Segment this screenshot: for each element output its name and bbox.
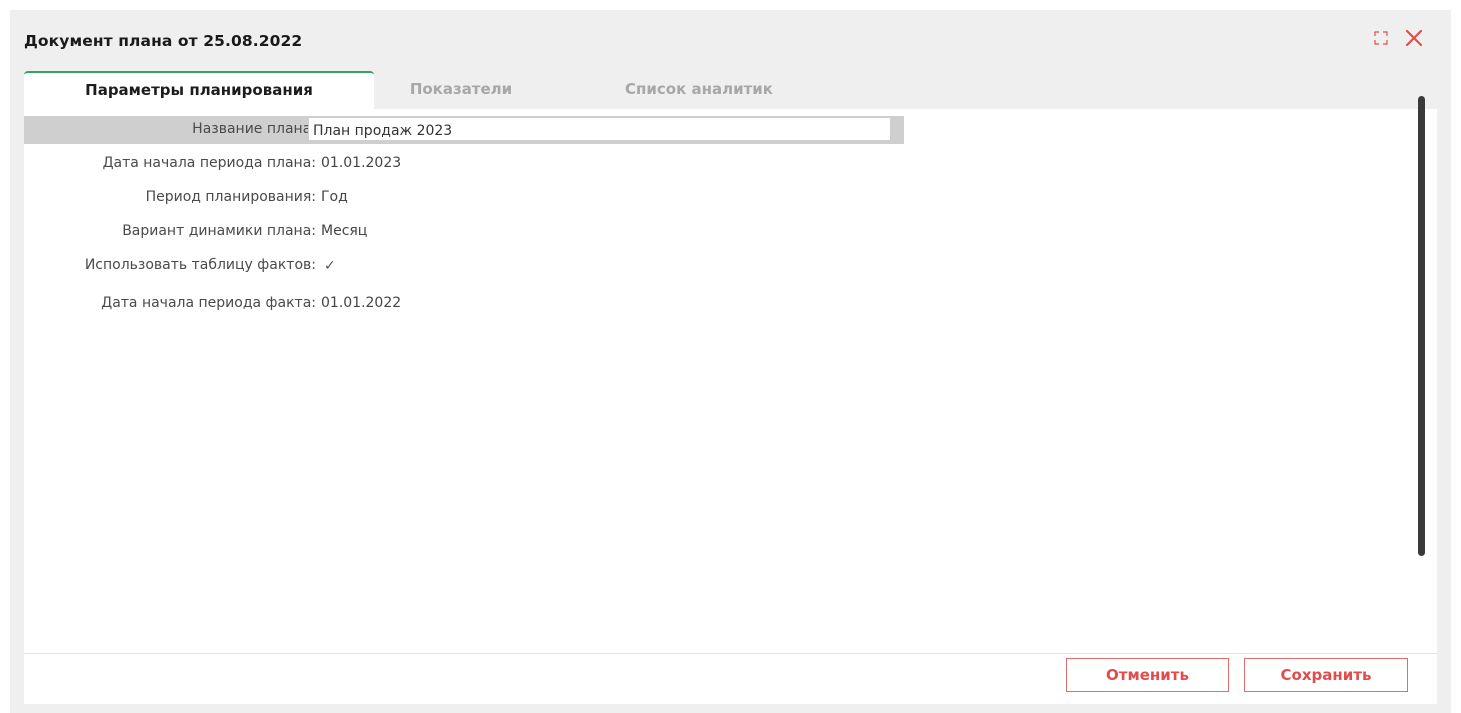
- close-icon[interactable]: [1405, 29, 1423, 47]
- plan-start-date-label: Дата начала периода плана:: [102, 155, 316, 171]
- planning-period-label: Период планирования:: [145, 189, 316, 205]
- dynamics-variant-value: Месяц: [321, 223, 368, 239]
- dialog-title-bar: Документ плана от 25.08.2022: [10, 10, 1451, 72]
- tab-analytics-list[interactable]: Список аналитик: [604, 71, 794, 109]
- tab-content-panel: Название плана: Дата начала периода план…: [24, 109, 1437, 654]
- dynamics-variant-label: Вариант динамики плана:: [122, 223, 316, 239]
- plan-document-dialog: Документ плана от 25.08.2022 Параметры п…: [10, 10, 1451, 713]
- dialog-footer: Отменить Сохранить: [24, 653, 1437, 704]
- fact-start-date-row: Дата начала периода факта: 01.01.2022: [24, 290, 904, 318]
- vertical-scrollbar[interactable]: [1418, 96, 1425, 556]
- tab-planning-parameters[interactable]: Параметры планирования: [24, 71, 374, 109]
- maximize-icon[interactable]: [1373, 30, 1389, 46]
- cancel-button[interactable]: Отменить: [1066, 658, 1229, 692]
- save-button[interactable]: Сохранить: [1244, 658, 1408, 692]
- checkmark-icon: ✓: [324, 258, 336, 274]
- fact-start-date-label: Дата начала периода факта:: [101, 295, 316, 311]
- use-facts-table-label: Использовать таблицу фактов:: [84, 257, 316, 273]
- planning-period-row: Период планирования: Год: [24, 184, 904, 212]
- plan-name-row: Название плана:: [24, 116, 904, 144]
- dialog-title: Документ плана от 25.08.2022: [24, 32, 303, 50]
- fact-start-date-value: 01.01.2022: [321, 295, 402, 311]
- plan-start-date-value: 01.01.2023: [321, 155, 402, 171]
- plan-start-date-row: Дата начала периода плана: 01.01.2023: [24, 150, 904, 178]
- plan-name-label: Название плана:: [192, 121, 316, 137]
- tab-bar: Параметры планирования Показатели Список…: [24, 71, 904, 109]
- tab-indicators[interactable]: Показатели: [396, 71, 526, 109]
- plan-name-input[interactable]: [308, 117, 891, 141]
- use-facts-table-row: Использовать таблицу фактов: ✓: [24, 252, 904, 280]
- dynamics-variant-row: Вариант динамики плана: Месяц: [24, 218, 904, 246]
- planning-period-value: Год: [321, 189, 348, 205]
